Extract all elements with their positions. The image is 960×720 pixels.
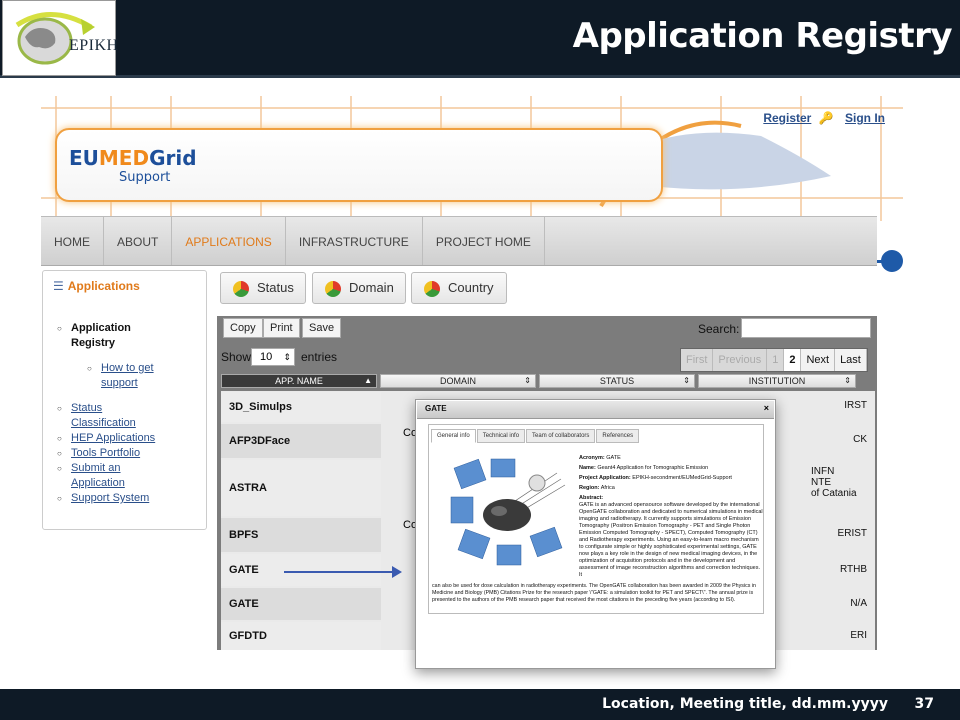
decorative-dot xyxy=(881,250,903,272)
table-header: APP. NAME ▲ DOMAIN ⇕ STATUS ⇕ INSTITUTION ⇕ xyxy=(221,374,875,390)
select-arrow-icon: ⇕ xyxy=(283,352,291,362)
sort-icon: ⇕ xyxy=(683,376,690,385)
institution-cell: RTHB xyxy=(839,564,867,575)
page-previous[interactable]: Previous xyxy=(713,349,768,371)
nav-applications[interactable]: APPLICATIONS xyxy=(172,217,286,265)
pointer-arrow-icon xyxy=(284,566,402,578)
eumedgrid-logo[interactable]: EUMEDGrid xyxy=(69,146,197,170)
slide-header: EPIKH Application Registry xyxy=(0,0,960,78)
sort-icon: ⇕ xyxy=(844,376,851,385)
sidebar-list: ○ Application Registry ○ How to get suppor… xyxy=(57,321,155,506)
nav-home[interactable]: HOME xyxy=(41,217,104,265)
page-2[interactable]: 2 xyxy=(784,349,802,371)
institution-cell: ERI xyxy=(850,630,867,641)
domain-filter-button[interactable]: Domain xyxy=(312,272,406,304)
institution-cell: N/A xyxy=(850,598,867,609)
save-button[interactable]: Save xyxy=(302,318,342,338)
pie-chart-icon xyxy=(233,281,249,297)
sidebar-item-application-registry[interactable]: ○ Application Registry xyxy=(57,321,155,351)
page-number: 37 xyxy=(914,696,934,712)
sidebar-item-how-to-get-support[interactable]: ○ How to get support xyxy=(87,361,185,391)
sidebar-item-submit-application[interactable]: ○ Submit an Application xyxy=(57,461,155,491)
dialog-title: GATE xyxy=(425,404,447,413)
search-input[interactable] xyxy=(741,318,871,338)
page-last[interactable]: Last xyxy=(835,349,867,371)
institution-cell: CK xyxy=(853,434,867,445)
col-app-name[interactable]: APP. NAME ▲ xyxy=(221,374,377,388)
print-button[interactable]: Print xyxy=(263,318,300,338)
nav-infrastructure[interactable]: INFRASTRUCTURE xyxy=(286,217,423,265)
sort-icon: ⇕ xyxy=(524,376,531,385)
table-row[interactable]: ASTRA xyxy=(221,460,381,516)
footer-text: Location, Meeting title, dd.mm.yyyy xyxy=(602,696,888,712)
key-icon: 🔑 xyxy=(818,111,834,125)
dialog-titlebar: GATE × xyxy=(417,401,774,419)
table-row[interactable]: GFDTD xyxy=(221,622,381,650)
slide-footer: Location, Meeting title, dd.mm.yyyy 37 xyxy=(0,689,960,720)
show-label: Show xyxy=(221,350,252,364)
institution-cell: ERIST xyxy=(837,528,867,539)
account-links: Register 🔑 Sign In xyxy=(759,111,885,125)
entries-label: entries xyxy=(301,350,338,364)
page-next[interactable]: Next xyxy=(801,349,836,371)
col-domain[interactable]: DOMAIN ⇕ xyxy=(380,374,536,388)
status-filter-button[interactable]: Status xyxy=(220,272,306,304)
sidebar: ☰ Applications ○ Application Registry ○ How… xyxy=(42,270,207,530)
close-icon[interactable]: × xyxy=(764,403,769,413)
sort-asc-icon: ▲ xyxy=(364,376,372,385)
pet-scanner-image xyxy=(450,458,566,566)
institution-cell: INFN NTE of Catania xyxy=(811,466,857,499)
tab-technical-info[interactable]: Technical info xyxy=(476,429,526,443)
pie-chart-icon xyxy=(424,281,440,297)
col-status[interactable]: STATUS ⇕ xyxy=(539,374,695,388)
tab-references[interactable]: References xyxy=(596,429,640,443)
nav-about[interactable]: ABOUT xyxy=(104,217,173,265)
copy-button[interactable]: Copy xyxy=(223,318,263,338)
search-label: Search: xyxy=(698,322,740,336)
table-row[interactable]: BPFS xyxy=(221,518,381,552)
list-icon: ☰ xyxy=(53,279,64,293)
page-first[interactable]: First xyxy=(681,349,714,371)
dialog-tabs: General info Technical info Team of coll… xyxy=(431,429,640,443)
tab-team[interactable]: Team of collaborators xyxy=(526,429,596,443)
sidebar-item-support-system[interactable]: ○ Support System xyxy=(57,491,155,506)
pie-chart-icon xyxy=(325,281,341,297)
table-row[interactable]: 3D_Simulps xyxy=(221,392,381,422)
epikh-logo: EPIKH xyxy=(2,0,119,76)
abstract-text: GATE is an advanced opensource software … xyxy=(579,502,763,578)
sidebar-item-status-classification[interactable]: ○ Status Classification xyxy=(57,401,155,431)
page-1[interactable]: 1 xyxy=(767,349,785,371)
register-link[interactable]: Register xyxy=(763,111,811,125)
abstract-continuation: can also be used for dose calculation in… xyxy=(432,583,756,603)
col-institution[interactable]: INSTITUTION ⇕ xyxy=(698,374,856,388)
eumedgrid-banner: EUMEDGrid Support xyxy=(55,128,663,202)
sidebar-item-hep-applications[interactable]: ○ HEP Applications xyxy=(57,431,155,446)
tab-general-info[interactable]: General info xyxy=(431,429,476,443)
nav-project-home[interactable]: PROJECT HOME xyxy=(423,217,545,265)
gate-detail-dialog: GATE × General info Technical info Team … xyxy=(415,399,776,669)
sidebar-item-tools-portfolio[interactable]: ○ Tools Portfolio xyxy=(57,446,155,461)
logo-text: EPIKH xyxy=(69,37,119,54)
slide-title: Application Registry xyxy=(572,16,953,56)
institution-cell: IRST xyxy=(844,400,867,411)
pagination: First Previous 1 2 Next Last xyxy=(680,348,868,372)
signin-link[interactable]: Sign In xyxy=(845,111,885,125)
eumedgrid-support-text: Support xyxy=(119,170,171,185)
sidebar-title: ☰ Applications xyxy=(53,279,140,293)
country-filter-button[interactable]: Country xyxy=(411,272,507,304)
table-row[interactable]: AFP3DFace xyxy=(221,424,381,458)
table-row[interactable]: GATE xyxy=(221,588,381,620)
general-info-text: Acronym: GATE Name: Geant4 Application f… xyxy=(579,455,763,578)
main-nav: HOME ABOUT APPLICATIONS INFRASTRUCTURE P… xyxy=(41,216,877,266)
entries-select[interactable]: 10 ⇕ xyxy=(251,348,295,366)
